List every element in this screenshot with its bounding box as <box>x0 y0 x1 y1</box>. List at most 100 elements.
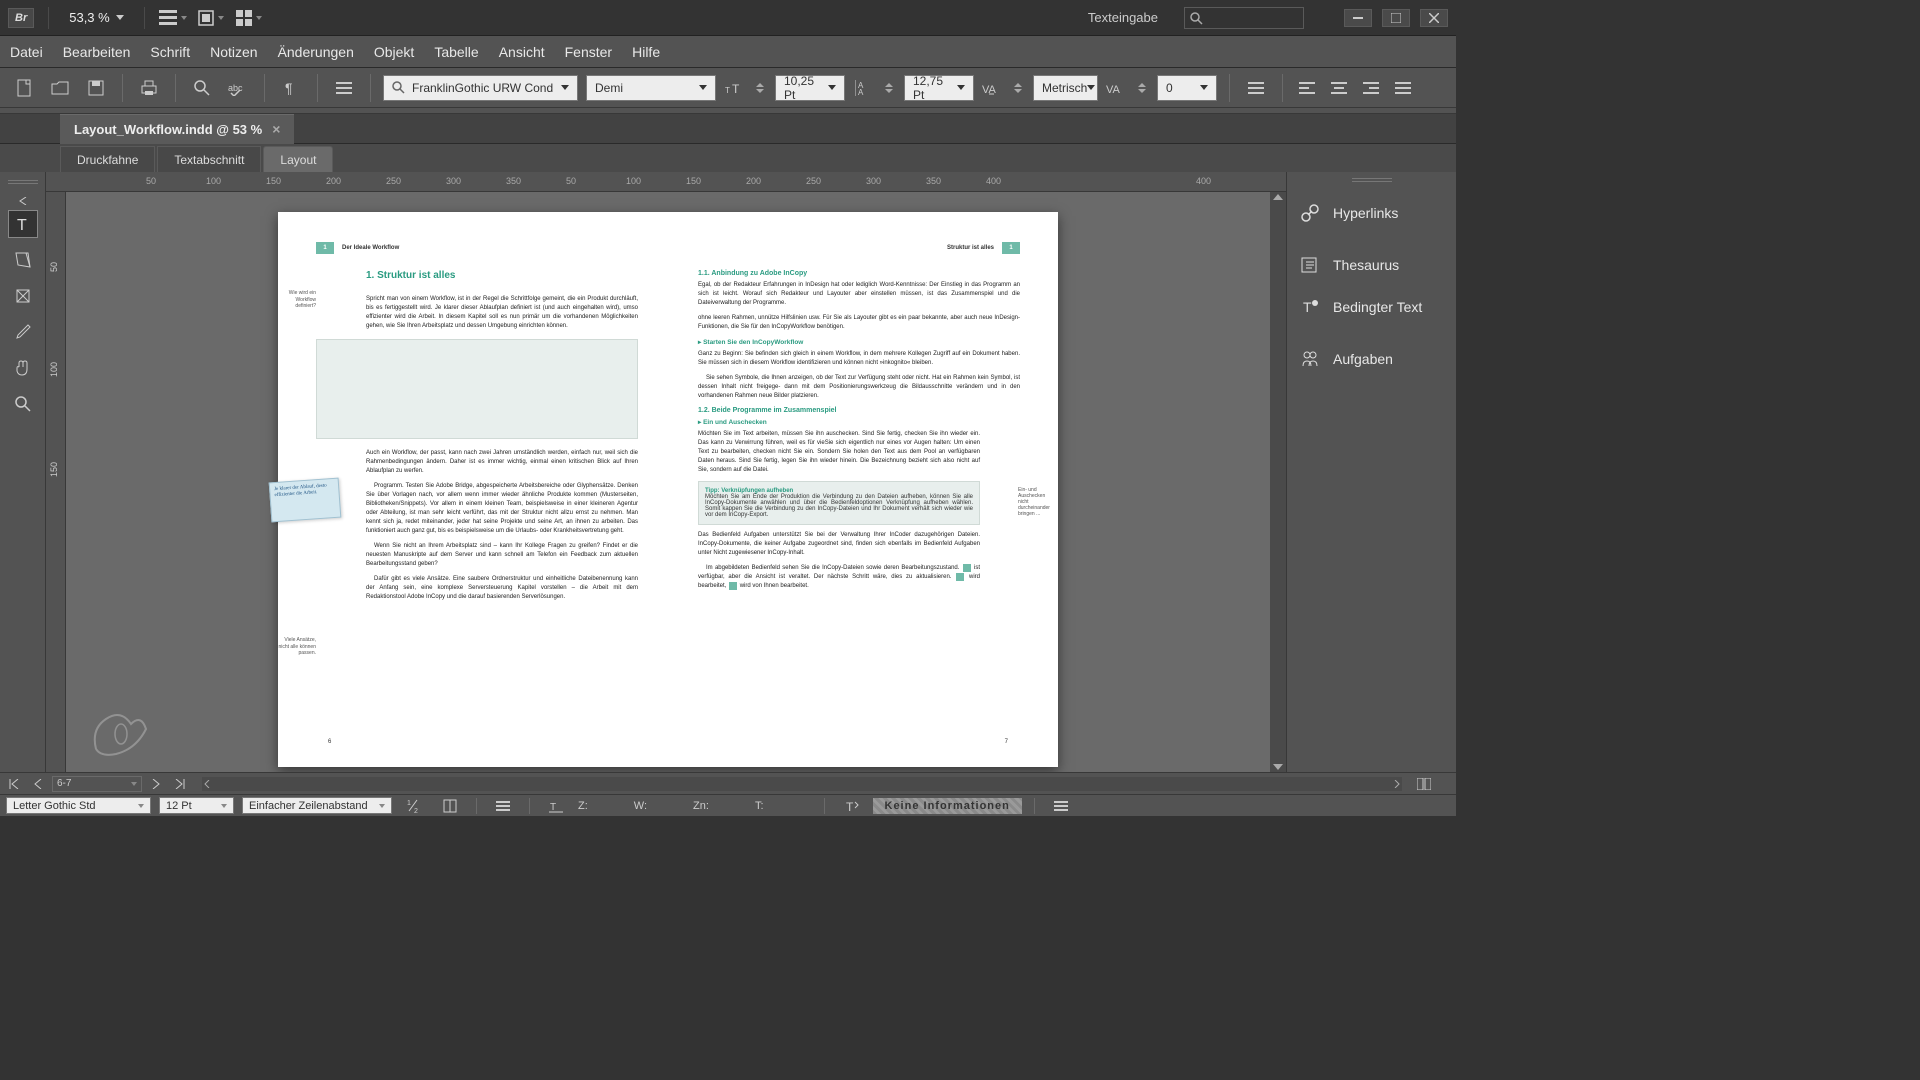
last-page-button[interactable] <box>170 776 190 792</box>
prev-page-button[interactable] <box>28 776 48 792</box>
body-paragraph[interactable]: Dafür gibt es viele Ansätze. Eine sauber… <box>366 575 638 602</box>
next-page-button[interactable] <box>146 776 166 792</box>
menu-schrift[interactable]: Schrift <box>150 44 190 60</box>
menu-icon[interactable] <box>489 793 517 819</box>
position-tool[interactable] <box>8 282 38 310</box>
grip-icon[interactable] <box>1352 178 1392 183</box>
tab-textabschnitt[interactable]: Textabschnitt <box>157 146 261 172</box>
menu-ansicht[interactable]: Ansicht <box>499 44 545 60</box>
tab-druckfahne[interactable]: Druckfahne <box>60 146 155 172</box>
collapse-icon[interactable] <box>18 194 28 202</box>
workspace-switcher[interactable]: Texteingabe <box>1080 8 1174 27</box>
align-justify-icon[interactable] <box>1391 77 1415 99</box>
status-font-select[interactable]: Letter Gothic Std <box>6 797 151 814</box>
zoom-tool[interactable] <box>8 390 38 418</box>
menu-fenster[interactable]: Fenster <box>565 44 612 60</box>
kerning-stepper[interactable] <box>1010 79 1025 96</box>
font-size-stepper[interactable] <box>752 79 767 96</box>
vertical-ruler[interactable]: 50 100 150 <box>46 192 66 772</box>
body-paragraph[interactable]: Ganz zu Beginn: Sie befinden sich gleich… <box>698 350 1020 368</box>
scroll-up-icon[interactable] <box>1273 194 1283 200</box>
eyedropper-tool[interactable] <box>8 318 38 346</box>
panel-menu-icon[interactable] <box>330 75 358 101</box>
window-maximize-button[interactable] <box>1382 9 1410 27</box>
screen-mode-icon[interactable] <box>197 7 225 29</box>
body-paragraph[interactable]: Das Bedienfeld Aufgaben unterstützt Sie … <box>698 531 980 558</box>
text-stats-icon[interactable]: T <box>542 793 570 819</box>
status-leading-select[interactable]: Einfacher Zeilenabstand <box>242 797 392 814</box>
tracking-stepper[interactable] <box>1134 79 1149 96</box>
split-view-button[interactable] <box>1414 776 1434 792</box>
body-paragraph[interactable]: Wenn Sie nicht an Ihrem Arbeitsplatz sin… <box>366 542 638 569</box>
grip-icon[interactable] <box>8 180 38 185</box>
tracking-select[interactable]: 0 <box>1157 75 1217 101</box>
empty-text-frame[interactable] <box>316 339 638 439</box>
column-icon[interactable] <box>436 793 464 819</box>
spellcheck-icon[interactable]: abc <box>224 75 252 101</box>
align-center-icon[interactable] <box>1327 77 1351 99</box>
vertical-scrollbar[interactable] <box>1270 192 1286 772</box>
leading-select[interactable]: 12,75 Pt <box>904 75 974 101</box>
help-search-input[interactable] <box>1184 7 1304 29</box>
hand-tool[interactable] <box>8 354 38 382</box>
type-tool[interactable]: T <box>8 210 38 238</box>
note-tool[interactable] <box>8 246 38 274</box>
find-icon[interactable] <box>188 75 216 101</box>
align-right-icon[interactable] <box>1359 77 1383 99</box>
panel-conditional-text[interactable]: T Bedingter Text <box>1287 286 1456 328</box>
open-document-icon[interactable] <box>46 75 74 101</box>
save-icon[interactable] <box>82 75 110 101</box>
print-icon[interactable] <box>135 75 163 101</box>
view-options-icon[interactable] <box>159 7 187 29</box>
first-page-button[interactable] <box>4 776 24 792</box>
align-left-icon[interactable] <box>1295 77 1319 99</box>
body-paragraph[interactable]: Spricht man von einem Workflow, ist in d… <box>366 295 638 331</box>
sticky-note[interactable]: Je klarer der Ablauf, desto effizienter … <box>269 478 342 523</box>
menu-notizen[interactable]: Notizen <box>210 44 257 60</box>
leading-stepper[interactable] <box>881 79 896 96</box>
arrange-documents-icon[interactable] <box>235 7 263 29</box>
panel-assignments[interactable]: Aufgaben <box>1287 338 1456 380</box>
body-paragraph[interactable]: Auch ein Workflow, der passt, kann nach … <box>366 449 638 476</box>
pasteboard[interactable]: 1 Der Ideale Workflow 1. Struktur ist al… <box>66 192 1270 772</box>
fraction-icon[interactable]: 12 <box>400 793 428 819</box>
zoom-level-select[interactable]: 53,3 % <box>63 8 129 27</box>
panel-hyperlinks[interactable]: Hyperlinks <box>1287 192 1456 234</box>
window-minimize-button[interactable] <box>1344 9 1372 27</box>
panel-thesaurus[interactable]: Thesaurus <box>1287 244 1456 286</box>
menu-icon-2[interactable] <box>1047 793 1075 819</box>
scroll-down-icon[interactable] <box>1273 764 1283 770</box>
body-paragraph[interactable]: Sie sehen Symbole, die Ihnen anzeigen, o… <box>698 374 1020 401</box>
body-paragraph[interactable]: Egal, ob der Redakteur Erfahrungen in In… <box>698 281 1020 308</box>
body-paragraph[interactable]: Möchten Sie im Text arbeiten, müssen Sie… <box>698 430 980 475</box>
menu-bearbeiten[interactable]: Bearbeiten <box>63 44 131 60</box>
menu-hilfe[interactable]: Hilfe <box>632 44 660 60</box>
close-icon[interactable]: × <box>272 121 280 137</box>
new-document-icon[interactable] <box>10 75 38 101</box>
hidden-chars-icon[interactable]: ¶ <box>277 75 305 101</box>
horizontal-scrollbar[interactable] <box>202 777 1402 791</box>
tip-box[interactable]: Tipp: Verknüpfungen aufheben Möchten Sie… <box>698 481 980 525</box>
menu-tabelle[interactable]: Tabelle <box>434 44 478 60</box>
horizontal-ruler[interactable]: 50 100 150 200 250 300 350 50 100 150 20… <box>46 172 1286 192</box>
body-paragraph[interactable]: Im abgebildeten Bedienfeld sehen Sie die… <box>698 564 980 591</box>
font-size-select[interactable]: 10,25 Pt <box>775 75 845 101</box>
body-paragraph[interactable]: ohne leeren Rahmen, unnütze Hilfslinien … <box>698 314 1020 332</box>
menu-datei[interactable]: Datei <box>10 44 43 60</box>
font-style-select[interactable]: Demi <box>586 75 716 101</box>
menu-objekt[interactable]: Objekt <box>374 44 414 60</box>
kerning-select[interactable]: Metrisch <box>1033 75 1098 101</box>
bridge-button[interactable]: Br <box>8 8 34 28</box>
window-close-button[interactable] <box>1420 9 1448 27</box>
panel-menu-icon-2[interactable] <box>1242 75 1270 101</box>
page-left[interactable]: 1 Der Ideale Workflow 1. Struktur ist al… <box>278 212 668 767</box>
body-paragraph[interactable]: Programm. Testen Sie Adobe Bridge, abges… <box>366 482 638 536</box>
info-icon[interactable]: T <box>837 793 865 819</box>
menu-aenderungen[interactable]: Änderungen <box>278 44 354 60</box>
page-right[interactable]: Struktur ist alles 1 1.1. Anbindung zu A… <box>668 212 1058 767</box>
document-tab[interactable]: Layout_Workflow.indd @ 53 % × <box>60 114 294 144</box>
font-family-select[interactable]: FranklinGothic URW Cond <box>383 75 578 101</box>
page-number-field[interactable]: 6-7 <box>52 776 142 792</box>
tab-layout[interactable]: Layout <box>263 146 333 172</box>
status-size-select[interactable]: 12 Pt <box>159 797 234 814</box>
